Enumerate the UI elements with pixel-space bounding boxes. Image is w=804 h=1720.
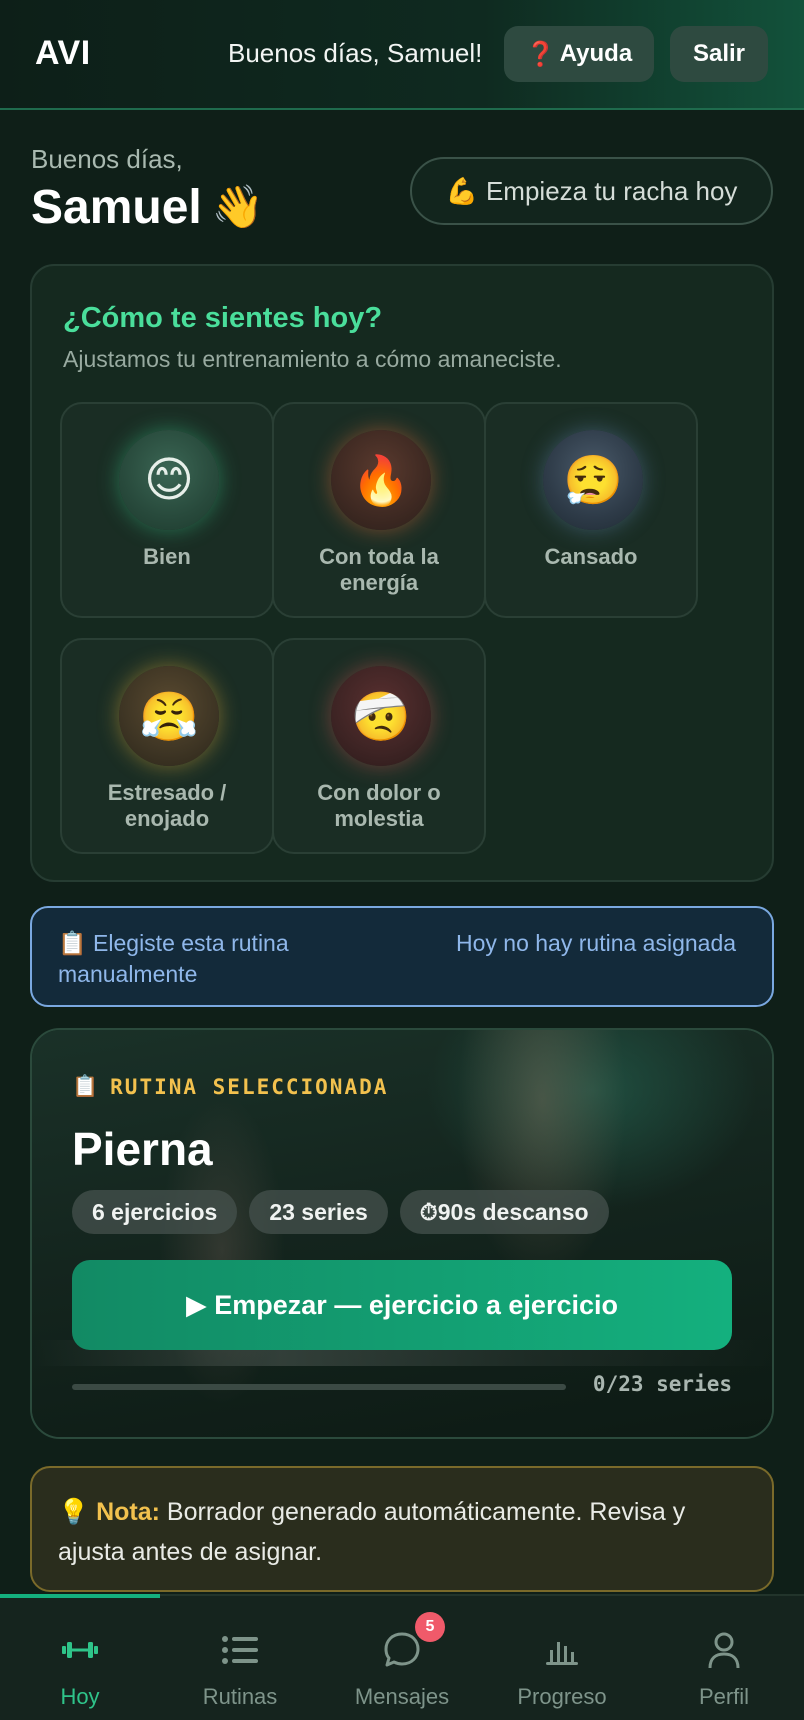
nav-tab-hoy[interactable]: Hoy	[0, 1596, 160, 1720]
streak-label: Empieza tu racha hoy	[485, 175, 738, 206]
mood-option-label: Estresado / enojado	[107, 780, 227, 831]
manual-choice-text: 📋 Elegiste esta rutina manualmente	[58, 930, 289, 987]
exercise-count-chip: 6 ejercicios	[72, 1190, 238, 1234]
mood-option-label: Cansado	[544, 544, 638, 569]
rest-time-chip: ⏱90s descanso	[399, 1190, 609, 1234]
fire-icon: 🔥	[331, 430, 431, 530]
chat-icon	[382, 1628, 422, 1672]
app-logo[interactable]: AVI	[35, 34, 91, 73]
nav-tab-rutinas[interactable]: Rutinas	[160, 1596, 320, 1720]
bandage-icon: 🤕	[331, 666, 431, 766]
mood-option-dolor[interactable]: 🤕 Con dolor o molestia	[272, 638, 486, 854]
mood-option-estresado[interactable]: 😤 Estresado / enojado	[60, 638, 274, 854]
mood-option-label: Con toda la energía	[319, 544, 439, 595]
mood-option-label: Bien	[143, 544, 191, 569]
dumbbell-icon	[60, 1628, 100, 1672]
note-label: Nota:	[96, 1498, 160, 1526]
mood-checkin-card: ¿Cómo te sientes hoy? Ajustamos tu entre…	[30, 264, 774, 882]
exhale-icon: 😮‍💨	[543, 430, 643, 530]
lightbulb-icon: 💡	[58, 1498, 90, 1526]
angry-icon: 😤	[119, 666, 219, 766]
streak-button[interactable]: 💪 Empieza tu racha hoy	[410, 157, 773, 225]
mood-subtitle: Ajustamos tu entrenamiento a cómo amanec…	[63, 346, 562, 372]
selected-routine-card: 📋 RUTINA SELECCIONADA Pierna 6 ejercicio…	[30, 1028, 774, 1439]
nav-tab-progreso[interactable]: Progreso	[482, 1596, 642, 1720]
nav-tab-mensajes[interactable]: Mensajes 5	[322, 1596, 482, 1720]
greeting-line: Buenos días,	[31, 144, 183, 174]
start-workout-button[interactable]: ▶ Empezar — ejercicio a ejercicio	[72, 1260, 732, 1350]
wave-icon: 👋	[211, 183, 265, 230]
nav-label: Perfil	[698, 1684, 750, 1709]
top-bar: AVI Buenos días, Samuel! ❓ Ayuda Salir	[0, 0, 804, 110]
series-progress-text: 0/23 series	[592, 1372, 732, 1396]
mood-option-bien[interactable]: 😊 Bien	[60, 402, 274, 618]
user-icon	[706, 1628, 742, 1672]
nav-label: Hoy	[60, 1684, 100, 1709]
routine-stats: 6 ejercicios 23 series ⏱90s descanso	[72, 1190, 609, 1234]
nav-label: Mensajes	[354, 1684, 450, 1709]
question-icon: ❓	[525, 40, 556, 68]
muscle-icon: 💪	[445, 175, 478, 206]
routine-title: Pierna	[72, 1123, 213, 1175]
clipboard-icon: 📋	[72, 1074, 101, 1098]
series-progress-bar	[72, 1384, 566, 1390]
unread-badge: 5	[415, 1612, 445, 1642]
user-name: Samuel	[31, 181, 202, 234]
user-name-heading: Samuel 👋	[31, 180, 264, 235]
nav-tab-perfil[interactable]: Perfil	[644, 1596, 804, 1720]
chart-icon	[542, 1628, 582, 1672]
routine-source-banner: 📋 Elegiste esta rutina manualmente Hoy n…	[30, 906, 774, 1007]
draft-note: 💡 Nota: Borrador generado automáticament…	[30, 1466, 774, 1592]
no-assigned-text: Hoy no hay rutina asignada	[456, 930, 737, 956]
help-button[interactable]: ❓ Ayuda	[504, 26, 654, 82]
clipboard-icon: 📋	[58, 930, 87, 956]
mood-title: ¿Cómo te sientes hoy?	[63, 302, 383, 334]
mood-option-label: Con dolor o molestia	[317, 780, 441, 831]
list-icon	[220, 1628, 260, 1672]
mood-option-energia[interactable]: 🔥 Con toda la energía	[272, 402, 486, 618]
bottom-navigation: Hoy Rutinas Mensajes 5 Progreso Perfil	[0, 1594, 804, 1720]
nav-label: Progreso	[517, 1684, 607, 1709]
header-greeting: Buenos días, Samuel!	[228, 38, 483, 68]
nav-label: Rutinas	[202, 1684, 278, 1709]
help-button-label: Ayuda	[559, 40, 633, 67]
series-count-chip: 23 series	[249, 1190, 388, 1234]
logout-button[interactable]: Salir	[670, 26, 768, 82]
mood-option-cansado[interactable]: 😮‍💨 Cansado	[484, 402, 698, 618]
routine-tag: 📋 RUTINA SELECCIONADA	[72, 1074, 389, 1099]
smile-icon: 😊	[119, 430, 219, 530]
